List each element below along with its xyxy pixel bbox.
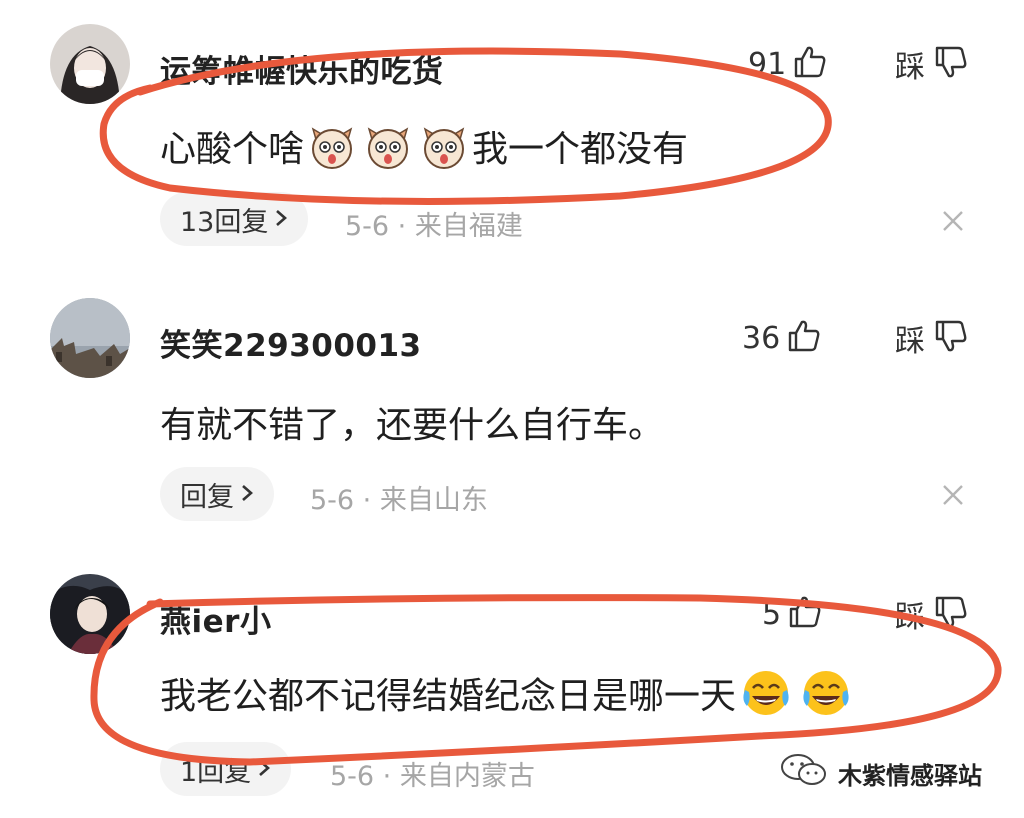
reply-button[interactable]: 1回复 [160,742,292,796]
chevron-right-icon [257,754,271,785]
tears-of-joy-emoji-icon [799,666,853,720]
comment-text-part: 我老公都不记得结婚纪念日是哪一天 [160,676,737,717]
wechat-icon [780,752,828,794]
dislike-button[interactable]: 踩 [895,592,969,636]
watermark: 木紫情感驿站 [780,752,982,794]
comment-meta: 5-6 · 来自内蒙古 [330,761,535,792]
comment-3: 燕ier小 5 踩 我老公都不记得结婚纪念日是哪一天 1回复 5-6 · 来自内… [0,0,1024,818]
username[interactable]: 燕ier小 [160,596,271,641]
thumbs-up-icon [787,594,823,634]
reply-label: 1回复 [180,756,252,788]
like-button[interactable]: 5 [762,592,862,636]
watermark-text: 木紫情感驿站 [838,761,982,790]
dislike-label: 踩 [895,600,925,635]
comment-text: 我老公都不记得结婚纪念日是哪一天 [160,664,856,722]
thumbs-down-icon [933,594,969,634]
tears-of-joy-emoji-icon [739,666,793,720]
avatar[interactable] [50,574,130,654]
like-count: 5 [762,596,782,632]
